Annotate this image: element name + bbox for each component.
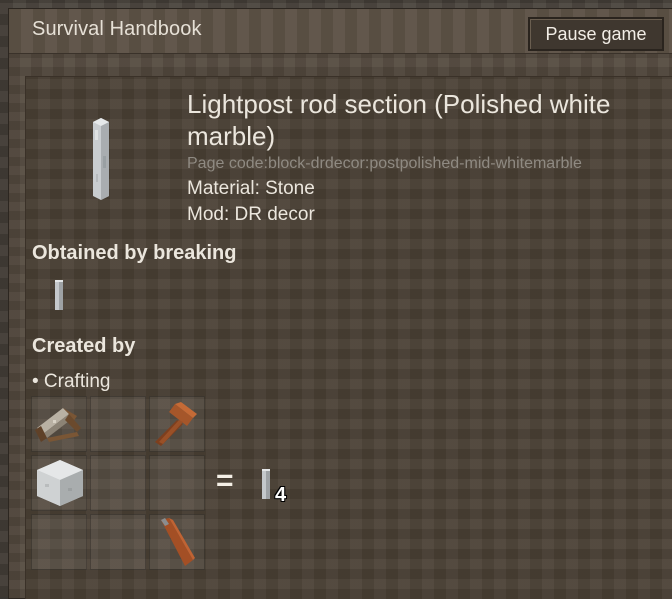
grid-slot-6[interactable]	[149, 455, 205, 511]
grid-slot-2[interactable]	[90, 396, 146, 452]
page-code: Page code:block-drdecor:postpolished-mid…	[187, 155, 582, 172]
item-mod: Mod: DR decor	[187, 204, 315, 225]
output-quantity: 4	[275, 484, 287, 506]
rod-icon[interactable]	[261, 468, 271, 500]
item-title: Lightpost rod section (Polished white ma…	[187, 89, 611, 151]
equals-sign: =	[216, 464, 234, 497]
obtained-by-breaking-heading: Obtained by breaking	[32, 242, 237, 264]
dropped-rod-icon[interactable]	[54, 279, 64, 311]
saw-icon	[35, 408, 81, 442]
lightpost-rod-preview-icon	[93, 118, 109, 200]
grid-slot-8[interactable]	[90, 514, 146, 570]
marble-block-icon	[37, 460, 83, 506]
dialog-titlebar: Survival Handbook Pause game	[9, 9, 672, 54]
pause-game-button[interactable]: Pause game	[528, 17, 664, 51]
hammer-icon	[155, 402, 197, 446]
dialog-title: Survival Handbook	[32, 18, 202, 40]
item-material: Material: Stone	[187, 178, 315, 199]
grid-slot-7[interactable]	[31, 514, 87, 570]
grid-slot-5[interactable]	[90, 455, 146, 511]
created-by-heading: Created by	[32, 335, 136, 357]
chisel-icon	[161, 518, 195, 566]
crafting-label: • Crafting	[32, 371, 111, 392]
